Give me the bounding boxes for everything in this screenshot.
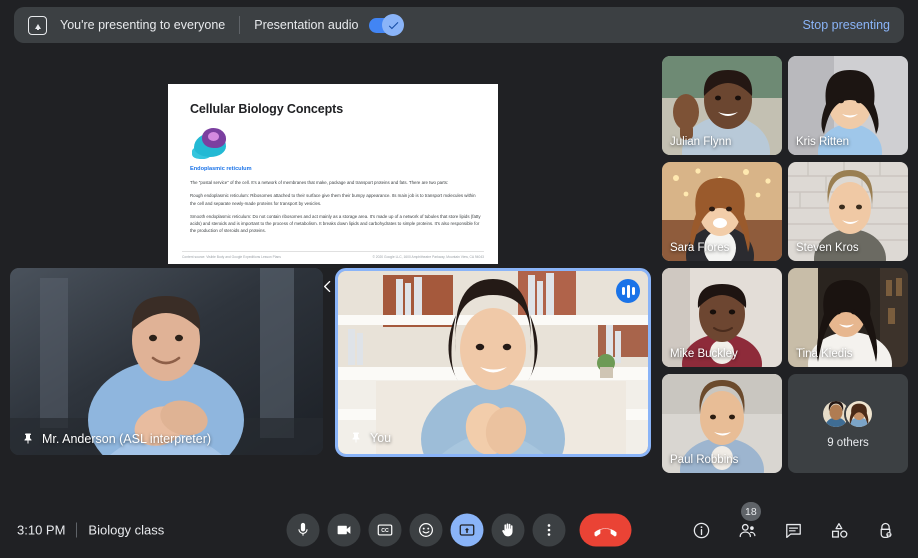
closed-captions-icon: CC: [377, 524, 393, 536]
slide-body: The "postal service" of the cell. It's a…: [190, 179, 482, 235]
people-icon: [739, 523, 755, 537]
participant-video: [338, 271, 648, 454]
present-now-button[interactable]: [450, 513, 484, 547]
presenting-status-text: You're presenting to everyone: [60, 18, 226, 32]
toggle-knob: [382, 14, 405, 36]
tile-name-label: You: [350, 430, 391, 445]
emoji-smiley-icon: [419, 523, 433, 537]
raise-hand-button[interactable]: [491, 513, 525, 547]
slide-footer: Content source: Visible Body and Google …: [182, 251, 484, 259]
present-to-all-icon: [28, 15, 47, 35]
participant-tile-kris-ritten[interactable]: Kris Ritten: [788, 56, 908, 155]
participant-tile-mike-buckley[interactable]: Mike Buckley: [662, 268, 782, 367]
reactions-button[interactable]: [409, 513, 443, 547]
slide-canvas[interactable]: Cellular Biology Concepts Endoplasmic re…: [168, 84, 498, 264]
divider: [239, 16, 241, 34]
stop-presenting-button[interactable]: Stop presenting: [802, 18, 890, 32]
others-avatars: [821, 398, 875, 429]
slide-footer-source: Content source: Visible Body and Google …: [182, 255, 281, 259]
presentation-audio-toggle[interactable]: [369, 14, 405, 36]
participant-grid: Julian Flynn Kris Ritten Sara Flores Ste…: [662, 56, 908, 476]
presenting-banner: You're presenting to everyone Presentati…: [14, 7, 904, 43]
tile-name-text: Mr. Anderson (ASL interpreter): [42, 431, 212, 446]
slide-title: Cellular Biology Concepts: [190, 102, 344, 116]
current-time: 3:10 PM: [17, 522, 66, 538]
participant-tile-sara-flores[interactable]: Sara Flores: [662, 162, 782, 261]
bottom-toolbar: 3:10 PM Biology class CC 18: [0, 502, 918, 558]
tile-name-label: Mr. Anderson (ASL interpreter): [22, 431, 211, 446]
pin-icon: [352, 432, 360, 443]
hang-up-icon: [594, 527, 617, 536]
participant-tile-tina-kiedis[interactable]: Tina Kiedis: [788, 268, 908, 367]
presentation-audio-label: Presentation audio: [254, 18, 359, 32]
others-overflow-tile[interactable]: 9 others: [788, 374, 908, 473]
google-meet-window: You're presenting to everyone Presentati…: [0, 0, 918, 558]
avatar-image: [846, 400, 872, 427]
others-count-label: 9 others: [827, 436, 869, 449]
svg-text:CC: CC: [381, 528, 389, 534]
participant-tile-paul-robbins[interactable]: Paul Robbins: [662, 374, 782, 473]
people-button[interactable]: 18: [731, 502, 763, 546]
more-options-button[interactable]: [532, 513, 566, 547]
present-to-all-icon: [459, 524, 475, 536]
speaking-indicator-icon: [616, 279, 640, 303]
microphone-icon: [298, 522, 308, 536]
more-vertical-icon: [547, 524, 551, 536]
participant-video: [10, 268, 323, 455]
video-camera-icon: [337, 525, 351, 535]
divider: [76, 522, 78, 538]
participant-name: Kris Ritten: [796, 136, 850, 148]
chat-button[interactable]: [777, 514, 809, 546]
activities-shapes-icon: [831, 522, 847, 538]
call-controls: CC: [286, 513, 632, 547]
activities-button[interactable]: [823, 514, 855, 546]
participant-name: Paul Robbins: [670, 454, 739, 466]
meeting-info: 3:10 PM Biology class: [17, 522, 165, 538]
lock-shield-icon: [880, 522, 892, 538]
check-icon: [388, 21, 399, 29]
video-tile-self[interactable]: You: [335, 268, 651, 457]
participant-name: Tina Kiedis: [796, 348, 853, 360]
participant-tile-julian-flynn[interactable]: Julian Flynn: [662, 56, 782, 155]
slide-paragraph-1: The "postal service" of the cell. It's a…: [190, 180, 449, 185]
slide-paragraph-3: Smooth endoplasmic reticulum: Do not con…: [190, 213, 481, 234]
tile-name-text: You: [370, 430, 392, 445]
microphone-button[interactable]: [286, 513, 320, 547]
participant-name: Steven Kros: [796, 242, 859, 254]
participant-name: Julian Flynn: [670, 136, 732, 148]
participant-name: Mike Buckley: [670, 348, 738, 360]
people-count-badge: 18: [741, 502, 761, 521]
camera-button[interactable]: [327, 513, 361, 547]
video-tile-interpreter[interactable]: Mr. Anderson (ASL interpreter): [10, 268, 323, 455]
raised-hand-icon: [502, 523, 513, 537]
slide-paragraph-2: Rough endoplasmic reticulum: Ribosomes a…: [190, 193, 476, 206]
avatar: [844, 398, 874, 429]
endoplasmic-reticulum-illustration: [190, 127, 234, 161]
slide-footer-copyright: © 2020 Google LLC, 1600 Amphitheatre Par…: [372, 255, 484, 259]
pin-icon: [24, 433, 32, 444]
info-icon: [693, 522, 709, 538]
participant-tile-steven-kros[interactable]: Steven Kros: [788, 162, 908, 261]
leave-call-button[interactable]: [579, 513, 632, 547]
chat-bubble-icon: [785, 523, 801, 538]
figure-caption: Endoplasmic reticulum: [190, 166, 252, 172]
meeting-name: Biology class: [88, 522, 165, 538]
presentation-stage: Cellular Biology Concepts Endoplasmic re…: [0, 48, 655, 302]
meeting-details-button[interactable]: [685, 514, 717, 546]
host-controls-button[interactable]: [869, 514, 901, 546]
secondary-controls: 18: [685, 502, 901, 546]
captions-button[interactable]: CC: [368, 513, 402, 547]
participant-name: Sara Flores: [670, 242, 730, 254]
